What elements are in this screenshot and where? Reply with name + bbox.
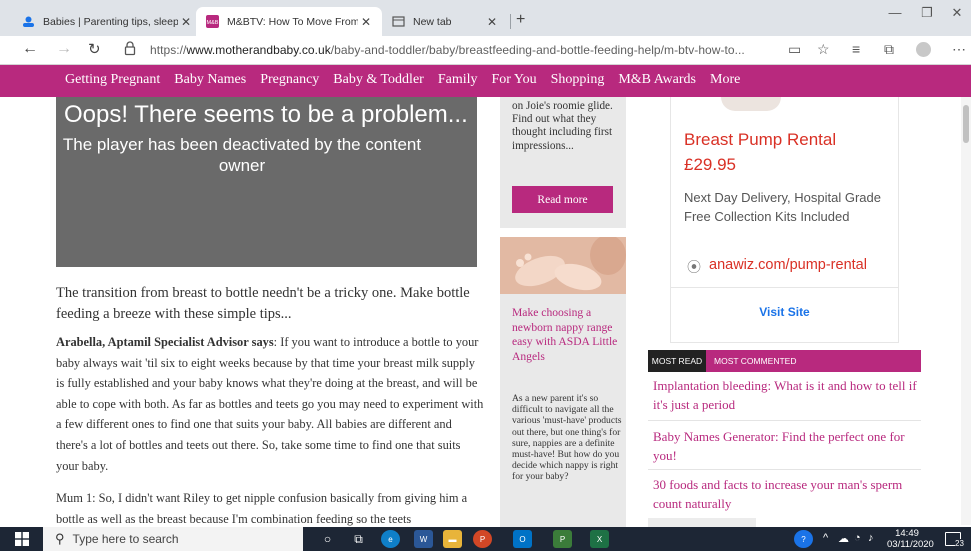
- system-clock[interactable]: 14:49 03/11/2020: [887, 528, 934, 550]
- nav-baby-toddler[interactable]: Baby & Toddler: [333, 72, 424, 88]
- nav-baby-names[interactable]: Baby Names: [174, 72, 246, 88]
- most-read-item[interactable]: Implantation bleeding: What is it and ho…: [653, 376, 923, 414]
- url-input[interactable]: https://www.motherandbaby.co.uk/baby-and…: [150, 43, 745, 57]
- promo-card: on Joie's roomie glide. Find out what th…: [500, 97, 626, 228]
- speaker-name: Arabella, Aptamil Specialist Advisor say…: [56, 335, 274, 349]
- visit-site-button[interactable]: Visit Site: [671, 305, 898, 319]
- forward-arrow-icon[interactable]: →: [56, 40, 72, 58]
- search-icon: ⚲: [55, 531, 65, 546]
- new-tab-page-icon: [392, 15, 405, 28]
- article-intro: The transition from breast to bottle nee…: [56, 285, 470, 322]
- edge-browser-icon[interactable]: e: [381, 530, 400, 548]
- scrollbar-thumb[interactable]: [963, 105, 969, 143]
- browser-tab-strip: Babies | Parenting tips, sleep and ✕ M&B…: [0, 0, 971, 36]
- word-icon[interactable]: W: [414, 530, 433, 548]
- powerpoint-icon[interactable]: P: [473, 530, 492, 548]
- most-read-item[interactable]: Baby Names Generator: Find the perfect o…: [653, 427, 923, 465]
- promo-card: Make choosing a newborn nappy range easy…: [500, 237, 626, 527]
- close-window-icon[interactable]: ✕: [942, 5, 971, 21]
- svg-text:M&B: M&B: [207, 20, 219, 26]
- chevron-up-icon[interactable]: ^: [823, 532, 828, 544]
- page-scrollbar[interactable]: [961, 97, 971, 525]
- tab-babies[interactable]: Babies | Parenting tips, sleep and ✕: [12, 7, 202, 36]
- back-arrow-icon[interactable]: ←: [22, 40, 38, 58]
- promo-text: on Joie's roomie glide. Find out what th…: [512, 100, 613, 152]
- profile-avatar-icon[interactable]: [916, 42, 931, 57]
- tab-title: Babies | Parenting tips, sleep and: [43, 15, 178, 28]
- help-icon[interactable]: ?: [794, 530, 813, 548]
- article-paragraph: Arabella, Aptamil Specialist Advisor say…: [56, 335, 484, 473]
- notification-count-badge: 23: [955, 539, 964, 548]
- tab-most-read[interactable]: MOST READ: [648, 350, 706, 372]
- article-paragraph: Mum 1: So, I didn't want Riley to get ni…: [56, 491, 468, 526]
- file-explorer-icon[interactable]: ▬: [443, 530, 462, 548]
- most-read-item[interactable]: 30 foods and facts to increase your man'…: [653, 475, 923, 513]
- task-view-icon[interactable]: ⧉: [349, 530, 368, 548]
- ad-url-link[interactable]: anawiz.com/pump-rental: [709, 257, 867, 273]
- mb-favicon-icon: M&B: [206, 15, 219, 28]
- nav-mb-awards[interactable]: M&B Awards: [618, 72, 696, 88]
- favorites-list-icon[interactable]: ≡: [852, 41, 860, 57]
- video-error-message: The player has been deactivated by the c…: [62, 135, 422, 175]
- excel-icon[interactable]: X: [590, 530, 609, 548]
- publisher-icon[interactable]: P: [553, 530, 572, 548]
- minimize-icon[interactable]: —: [880, 5, 910, 20]
- taskbar-search-input[interactable]: ⚲ Type here to search: [43, 527, 303, 551]
- ad-price: £29.95: [684, 155, 736, 174]
- close-tab-icon[interactable]: ✕: [484, 15, 500, 29]
- baby-feet-image[interactable]: [500, 237, 626, 294]
- tab-most-commented[interactable]: MOST COMMENTED: [714, 350, 796, 372]
- more-menu-icon[interactable]: ⋯: [952, 41, 966, 58]
- windows-start-icon[interactable]: [0, 527, 43, 551]
- ad-image: [721, 97, 781, 111]
- favorite-star-icon[interactable]: ☆: [817, 41, 830, 58]
- list-divider: [648, 420, 921, 421]
- tab-mbtv[interactable]: M&B M&BTV: How To Move From Bre ✕: [196, 7, 382, 36]
- new-tab-button[interactable]: +: [516, 11, 525, 29]
- video-player[interactable]: Oops! There seems to be a problem... The…: [56, 97, 477, 267]
- close-tab-icon[interactable]: ✕: [358, 15, 374, 29]
- collections-icon[interactable]: ⧉: [884, 41, 894, 58]
- lock-icon[interactable]: [124, 41, 136, 61]
- tab-title: New tab: [413, 15, 452, 28]
- video-error-title: Oops! There seems to be a problem...: [64, 101, 468, 128]
- tab-new-tab[interactable]: New tab ✕: [382, 7, 508, 36]
- nav-getting-pregnant[interactable]: Getting Pregnant: [65, 72, 160, 88]
- volume-icon[interactable]: ♪: [868, 532, 874, 544]
- address-bar: ← → ↻ https://www.motherandbaby.co.uk/ba…: [0, 36, 971, 65]
- nav-for-you[interactable]: For You: [492, 72, 537, 88]
- ad-card[interactable]: Breast Pump Rental £29.95 Next Day Deliv…: [670, 97, 899, 343]
- nav-shopping[interactable]: Shopping: [551, 72, 605, 88]
- nav-family[interactable]: Family: [438, 72, 478, 88]
- read-more-button[interactable]: Read more: [512, 186, 613, 213]
- promo-title-link[interactable]: Make choosing a newborn nappy range easy…: [512, 306, 622, 364]
- windows-taskbar: ⚲ Type here to search ○ ⧉ e W ▬ P O P X …: [0, 527, 971, 551]
- ad-title[interactable]: Breast Pump Rental: [684, 130, 836, 150]
- nav-more[interactable]: More: [710, 72, 740, 88]
- promo-text: As a new parent it's so difficult to nav…: [512, 393, 622, 483]
- restore-icon[interactable]: ❐: [912, 5, 942, 21]
- location-pin-icon: ⦿: [687, 259, 701, 275]
- cortana-icon[interactable]: ○: [318, 530, 337, 548]
- nav-pregnancy[interactable]: Pregnancy: [260, 72, 319, 88]
- most-read-tabs: MOST READ MOST COMMENTED: [648, 350, 921, 372]
- weather-icon[interactable]: ☁: [838, 532, 849, 545]
- tab-title: M&BTV: How To Move From Bre: [227, 15, 358, 28]
- thumbnail-image: [648, 518, 756, 527]
- mb-favicon-icon: [22, 15, 35, 28]
- outlook-icon[interactable]: O: [513, 530, 532, 548]
- refresh-icon[interactable]: ↻: [88, 40, 101, 58]
- site-nav: Getting Pregnant Baby Names Pregnancy Ba…: [0, 65, 971, 97]
- close-tab-icon[interactable]: ✕: [178, 15, 194, 29]
- list-divider: [648, 469, 921, 470]
- ad-description: Next Day Delivery, Hospital Grade Free Co…: [684, 190, 881, 224]
- network-icon[interactable]: ◔: [854, 532, 861, 544]
- reader-view-icon[interactable]: ▭: [788, 41, 801, 58]
- tab-separator: [510, 14, 511, 29]
- ad-divider: [671, 287, 898, 288]
